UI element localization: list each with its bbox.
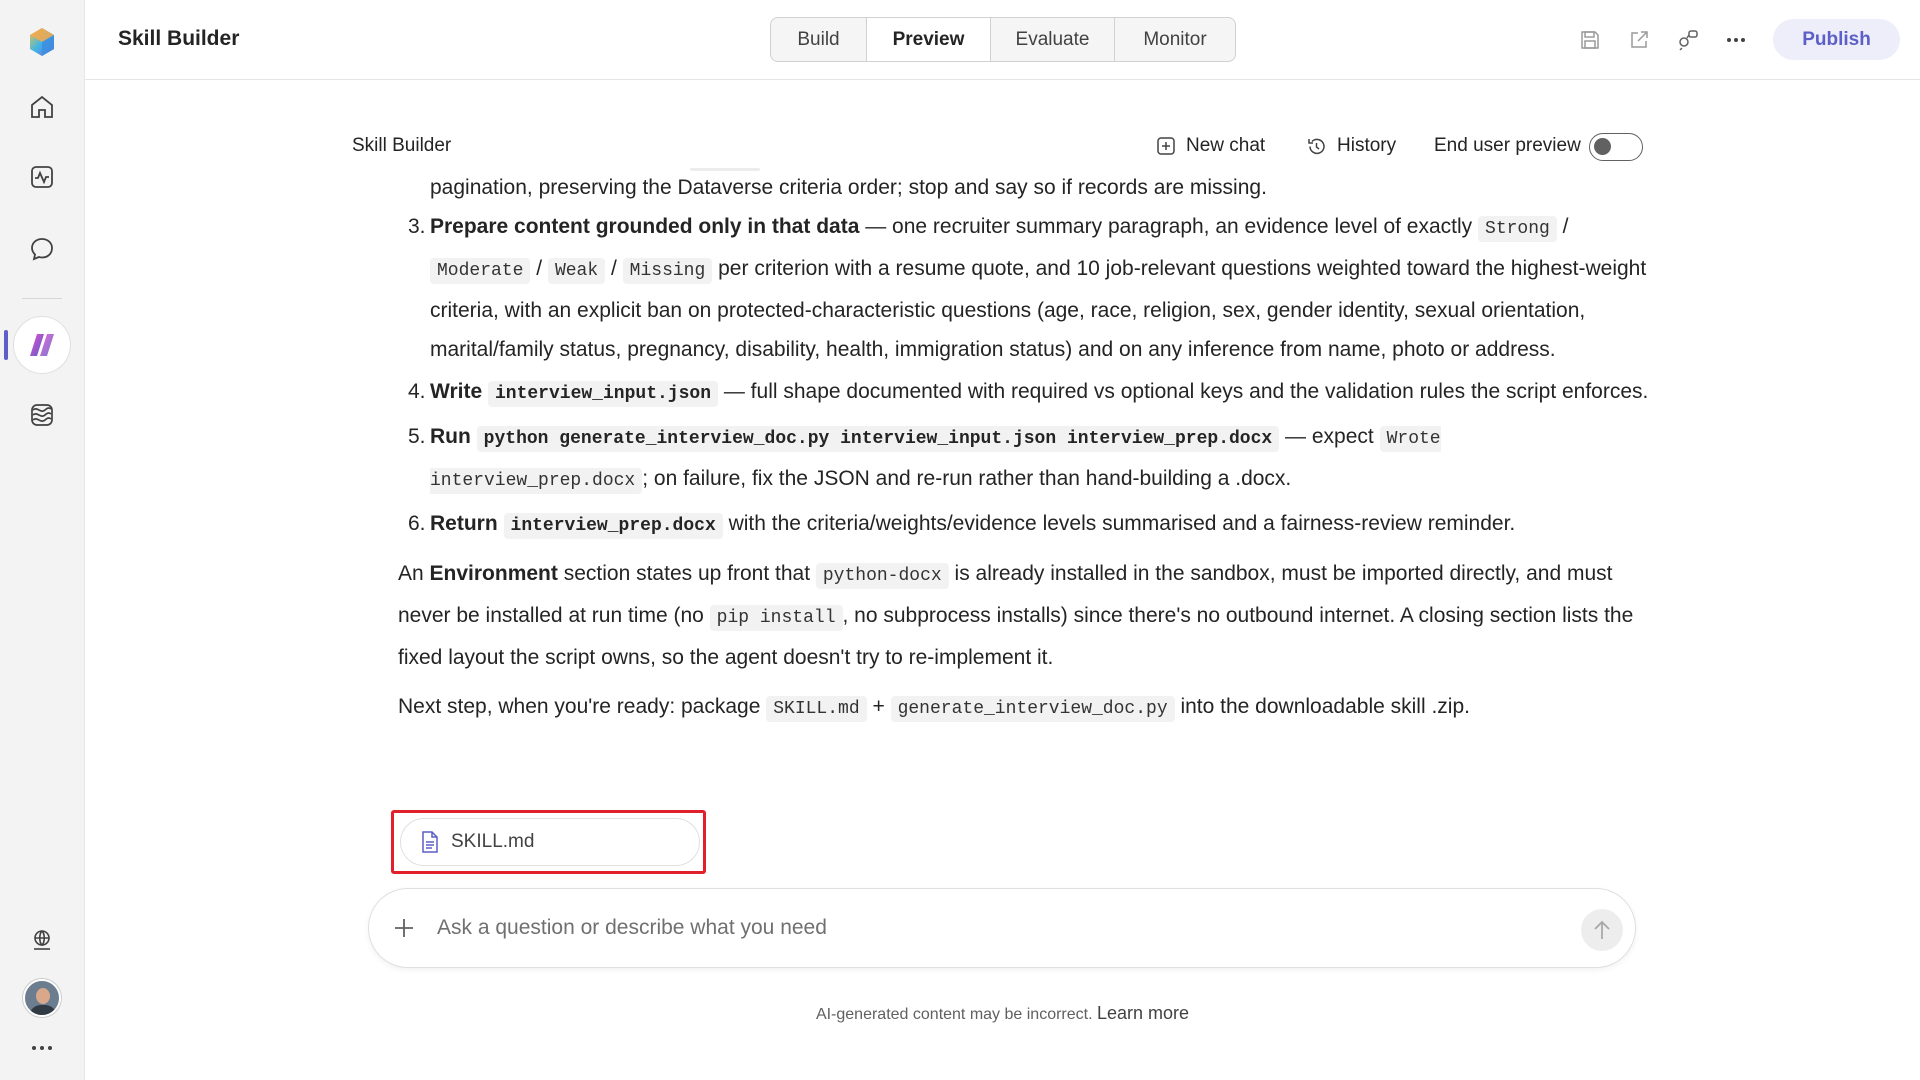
inline-code: Weak (547, 258, 606, 284)
list-item-continuation: pagination, preserving the Dataverse cri… (430, 176, 1267, 199)
list-item: 5. Run python generate_interview_doc.py … (398, 417, 1658, 501)
step-text: / (1556, 215, 1569, 238)
tab-evaluate[interactable]: Evaluate (991, 18, 1115, 61)
tab-group: Build Preview Evaluate Monitor (770, 17, 1236, 62)
para-text: Next step, when you're ready: package (398, 695, 767, 718)
para-bold: Environment (429, 562, 558, 585)
tab-monitor[interactable]: Monitor (1115, 18, 1235, 61)
next-step-paragraph: Next step, when you're ready: package SK… (398, 687, 1658, 729)
para-text: + (866, 695, 891, 718)
disclaimer-text: AI-generated content may be incorrect. (815, 1006, 1093, 1023)
new-chat-icon (1157, 137, 1175, 155)
inline-code: interview_prep.docx (503, 513, 723, 539)
inline-code: python generate_interview_doc.py intervi… (476, 426, 1280, 452)
step-text: — expect (1279, 425, 1380, 448)
add-attachment-icon[interactable] (391, 915, 417, 941)
power-apps-icon[interactable] (22, 325, 62, 365)
top-bar: Skill Builder Build Preview Evaluate Mon… (85, 0, 1920, 80)
environment-paragraph: An Environment section states up front t… (398, 554, 1658, 677)
list-number: 6. (408, 512, 426, 535)
ai-disclaimer: AI-generated content may be incorrect. L… (0, 1003, 1920, 1024)
chat-panel-title: Skill Builder (352, 135, 452, 156)
tab-preview[interactable]: Preview (867, 18, 991, 61)
list-item: 6. Return interview_prep.docx with the c… (398, 504, 1658, 546)
step-heading: Run (430, 425, 471, 448)
new-chat-button[interactable]: New chat (1156, 133, 1265, 159)
inline-code: Moderate (430, 258, 531, 284)
inline-code: python-docx (815, 563, 949, 589)
list-item: 4. Write interview_input.json — full sha… (398, 372, 1658, 414)
highlight-annotation (391, 810, 706, 874)
more-icon[interactable] (22, 1028, 62, 1068)
arrow-up-icon (1594, 920, 1610, 939)
inline-code: Strong (1478, 216, 1557, 242)
step-text: — one recruiter summary paragraph, an ev… (859, 215, 1479, 238)
step-text: / (605, 257, 623, 280)
step-heading: Write (430, 380, 483, 403)
inline-code: interview_input.json (487, 381, 719, 407)
app-title: Skill Builder (118, 27, 240, 50)
step-text: — full shape documented with required vs… (718, 380, 1649, 403)
step-heading: Return (430, 512, 498, 535)
copilot-logo-icon[interactable] (22, 22, 62, 62)
learn-more-link[interactable]: Learn more (1097, 1003, 1189, 1023)
end-user-preview-label: End user preview (1434, 135, 1581, 156)
message-composer: Ask a question or describe what you need (368, 888, 1636, 968)
history-label: History (1337, 135, 1397, 156)
rail-separator (22, 298, 62, 299)
list-item: 3. Prepare content grounded only in that… (398, 207, 1658, 369)
chat-icon[interactable] (22, 229, 62, 269)
list-number: 5. (408, 425, 426, 448)
activity-icon[interactable] (22, 157, 62, 197)
composer-input[interactable]: Ask a question or describe what you need (437, 916, 827, 940)
step-text: ; on failure, fix the JSON and re-run ra… (642, 467, 1292, 490)
more-options-icon[interactable] (1722, 26, 1750, 54)
history-button[interactable]: History (1306, 133, 1396, 159)
send-button[interactable] (1581, 909, 1623, 951)
new-chat-label: New chat (1186, 135, 1266, 156)
share-icon[interactable] (1625, 26, 1653, 54)
publish-button[interactable]: Publish (1773, 19, 1900, 60)
tab-build[interactable]: Build (771, 18, 867, 61)
para-text: into the downloadable skill .zip. (1174, 695, 1470, 718)
list-number: 3. (408, 215, 426, 238)
history-icon (1308, 138, 1325, 154)
connections-icon[interactable] (1674, 26, 1702, 54)
steps-list: 3. Prepare content grounded only in that… (398, 207, 1658, 546)
step-text: / (530, 257, 548, 280)
step-heading: Prepare content grounded only in that da… (430, 215, 860, 238)
network-icon[interactable] (22, 920, 62, 960)
list-number: 4. (408, 380, 426, 403)
inline-code: pip install (709, 605, 843, 631)
home-icon[interactable] (22, 87, 62, 127)
rail-active-indicator (4, 330, 8, 360)
knowledge-icon[interactable] (22, 395, 62, 435)
para-text: An (398, 562, 430, 585)
assistant-message: pagination, preserving the Dataverse cri… (398, 168, 1658, 729)
end-user-preview-toggle[interactable] (1589, 133, 1643, 161)
toggle-knob (1594, 138, 1611, 155)
step-text: with the criteria/weights/evidence level… (722, 512, 1516, 535)
inline-code: SKILL.md (766, 696, 867, 722)
para-text: section states up front that (557, 562, 816, 585)
inline-code: generate_interview_doc.py (890, 696, 1175, 722)
inline-code: Missing (622, 258, 713, 284)
left-rail (0, 0, 85, 1080)
save-icon[interactable] (1576, 26, 1604, 54)
